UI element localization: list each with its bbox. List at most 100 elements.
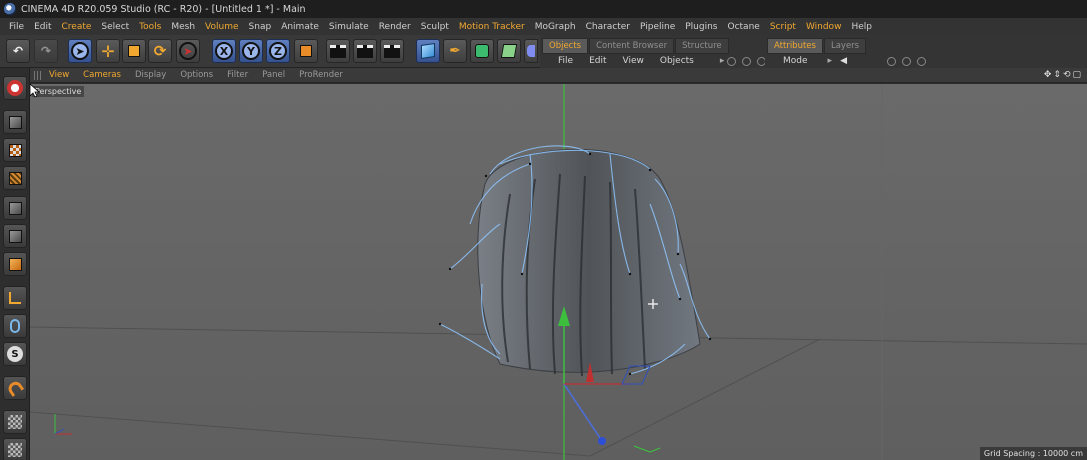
attributes-search-icon[interactable] xyxy=(886,56,896,66)
pen-tool-button[interactable]: ✒ xyxy=(443,39,467,63)
attributes-menu-mode[interactable]: Mode xyxy=(775,56,816,66)
tab-objects[interactable]: Objects xyxy=(542,38,589,54)
solo-s-icon: S xyxy=(7,346,23,362)
texture-checker-icon xyxy=(8,143,22,157)
axis-angle-icon xyxy=(9,292,21,304)
menu-animate[interactable]: Animate xyxy=(276,22,324,32)
menu-file[interactable]: File xyxy=(4,22,29,32)
menu-render[interactable]: Render xyxy=(374,22,416,32)
y-axis-button[interactable]: Y xyxy=(239,39,263,63)
attributes-lock-icon[interactable] xyxy=(901,56,911,66)
objects-menu-view[interactable]: View xyxy=(615,56,652,66)
workplane-lock-icon xyxy=(8,415,22,429)
x-axis-button[interactable]: X xyxy=(212,39,236,63)
tab-content-browser[interactable]: Content Browser xyxy=(589,38,675,54)
workplane-mode-button[interactable] xyxy=(3,166,27,190)
menu-script[interactable]: Script xyxy=(765,22,801,32)
objects-search-icon[interactable] xyxy=(727,56,737,66)
solo-button[interactable]: S xyxy=(3,342,27,366)
menu-mograph[interactable]: MoGraph xyxy=(530,22,581,32)
tab-attributes[interactable]: Attributes xyxy=(767,38,823,54)
attributes-settings-icon[interactable] xyxy=(916,56,926,66)
viewport-menu-filter[interactable]: Filter xyxy=(220,70,255,80)
array-object-button[interactable] xyxy=(497,39,521,63)
tab-structure[interactable]: Structure xyxy=(675,38,729,54)
planar-workplane-button[interactable] xyxy=(3,438,27,460)
globe-icon xyxy=(7,80,23,96)
menu-edit[interactable]: Edit xyxy=(29,22,56,32)
cube-object-button[interactable] xyxy=(416,39,440,63)
z-axis-button[interactable]: Z xyxy=(266,39,290,63)
attributes-menu-arrow-icon: ▸ xyxy=(827,56,833,66)
menu-plugins[interactable]: Plugins xyxy=(680,22,722,32)
texture-mode-button[interactable] xyxy=(3,138,27,162)
objects-menu-edit[interactable]: Edit xyxy=(581,56,614,66)
undo-icon: ↶ xyxy=(12,44,24,58)
viewport-menu-panel[interactable]: Panel xyxy=(255,70,292,80)
selection-arrow-icon: ➤ xyxy=(71,42,89,60)
viewport-menu-view[interactable]: View xyxy=(42,70,76,80)
move-tool-button[interactable]: ✛ xyxy=(96,39,120,63)
menu-window[interactable]: Window xyxy=(801,22,847,32)
axis-mode-button[interactable] xyxy=(3,286,27,310)
back-arrow-icon[interactable]: ◀ xyxy=(840,56,847,66)
menu-select[interactable]: Select xyxy=(96,22,134,32)
render-to-picture-viewer-button[interactable] xyxy=(353,39,377,63)
rotate-tool-button[interactable]: ⟳ xyxy=(148,39,172,63)
menu-motion-tracker[interactable]: Motion Tracker xyxy=(454,22,530,32)
render-settings-button[interactable] xyxy=(380,39,404,63)
dolly-icon[interactable]: ⇕ xyxy=(1053,70,1063,80)
tweak-mode-button[interactable] xyxy=(3,314,27,338)
y-axis-label: Y xyxy=(242,42,260,60)
main-menubar: File Edit Create Select Tools Mesh Volum… xyxy=(0,18,1087,35)
tab-layers[interactable]: Layers xyxy=(823,38,867,54)
menu-mesh[interactable]: Mesh xyxy=(166,22,200,32)
coordinate-system-button[interactable] xyxy=(294,39,318,63)
menu-volume[interactable]: Volume xyxy=(200,22,243,32)
menu-snap[interactable]: Snap xyxy=(244,22,277,32)
scale-icon xyxy=(128,45,140,57)
edges-mode-button[interactable] xyxy=(3,224,27,248)
polygons-mode-button[interactable] xyxy=(3,252,27,276)
viewport-menu-options[interactable]: Options xyxy=(173,70,220,80)
menu-sculpt[interactable]: Sculpt xyxy=(416,22,454,32)
viewport-menu-cameras[interactable]: Cameras xyxy=(76,70,128,80)
pan-icon[interactable]: ✥ xyxy=(1044,70,1054,80)
menu-create[interactable]: Create xyxy=(57,22,97,32)
rotate-icon: ⟳ xyxy=(153,42,167,60)
objects-menu-objects[interactable]: Objects xyxy=(652,56,702,66)
perspective-viewport[interactable]: Perspective Grid Spacing : 10000 cm xyxy=(30,84,1087,460)
model-mode-button[interactable] xyxy=(3,110,27,134)
workplane-grid-icon xyxy=(8,171,22,185)
menu-pipeline[interactable]: Pipeline xyxy=(635,22,680,32)
maximize-icon[interactable]: ▢ xyxy=(1072,70,1083,80)
undo-button[interactable]: ↶ xyxy=(6,39,30,63)
menu-octane[interactable]: Octane xyxy=(723,22,765,32)
array-icon xyxy=(500,44,518,58)
polygons-cube-icon xyxy=(8,257,22,271)
viewport-nav-icons[interactable]: ✥⇕⟲▢ xyxy=(1044,70,1083,80)
menu-tools[interactable]: Tools xyxy=(134,22,166,32)
recent-tool-icon: ➤ xyxy=(179,42,197,60)
menu-simulate[interactable]: Simulate xyxy=(324,22,374,32)
subdivision-surface-button[interactable] xyxy=(470,39,494,63)
make-editable-button[interactable] xyxy=(3,76,27,100)
render-view-button[interactable] xyxy=(326,39,350,63)
live-selection-button[interactable]: ➤ xyxy=(68,39,92,63)
z-axis-label: Z xyxy=(269,42,287,60)
objects-panel: Objects Content Browser Structure File E… xyxy=(540,35,767,68)
snap-button[interactable] xyxy=(3,376,27,400)
redo-button[interactable]: ↷ xyxy=(34,39,58,63)
menu-help[interactable]: Help xyxy=(846,22,877,32)
points-mode-button[interactable] xyxy=(3,196,27,220)
recent-tool-button[interactable]: ➤ xyxy=(176,39,200,63)
scale-tool-button[interactable] xyxy=(122,39,146,63)
viewport-menu-prorender[interactable]: ProRender xyxy=(292,70,350,80)
objects-menu-file[interactable]: File xyxy=(550,56,581,66)
viewport-menu-display[interactable]: Display xyxy=(128,70,173,80)
menu-character[interactable]: Character xyxy=(581,22,635,32)
lock-workplane-button[interactable] xyxy=(3,410,27,434)
objects-home-icon[interactable] xyxy=(742,56,752,66)
mouse-icon xyxy=(10,319,20,333)
deformer-button[interactable] xyxy=(524,39,538,63)
